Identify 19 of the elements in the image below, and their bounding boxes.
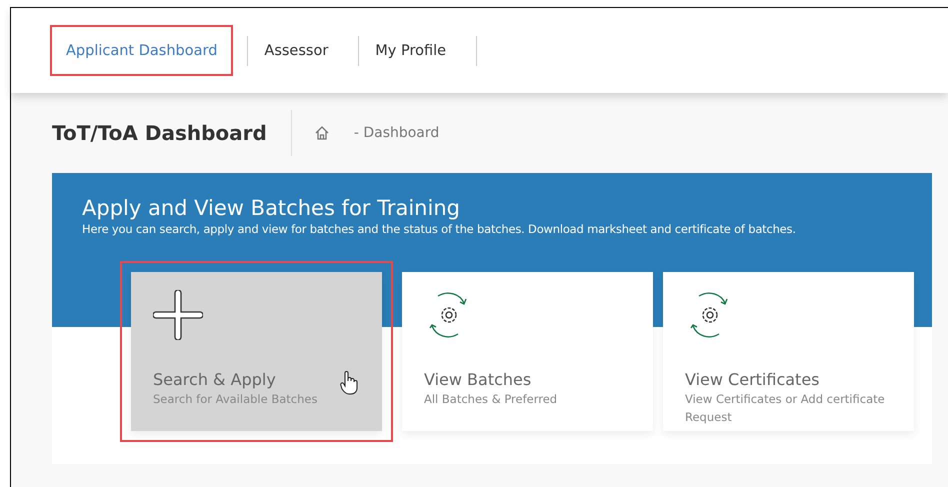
dashboard-card[interactable]: View Certificates View Certificates or Add certificate Request — [663, 272, 914, 430]
card-title: View Certificates — [685, 370, 820, 390]
nav-tab[interactable]: Applicant Dashboard — [66, 43, 218, 60]
card-title: View Batches — [424, 370, 532, 390]
card-subtitle: View Certificates or Add certificate Request — [685, 390, 886, 426]
banner-subtitle: Here you can search, apply and view for batches and the status of the batches. Download marksheet and certificate of batches. — [82, 221, 797, 238]
card-title: Search & Apply — [153, 370, 276, 390]
home-icon[interactable] — [314, 125, 330, 141]
nav-tab[interactable]: Assessor — [264, 43, 328, 60]
card-subtitle: All Batches & Preferred — [424, 390, 558, 408]
dashboard-card[interactable]: Search & Apply Search for Available Batches — [131, 272, 382, 430]
hand-cursor-icon — [340, 370, 358, 394]
nav-tab[interactable]: My Profile — [375, 43, 446, 60]
banner-title: Apply and View Batches for Training — [82, 195, 461, 222]
card-subtitle: Search for Available Batches — [153, 390, 318, 408]
dashboard-card[interactable]: View Batches All Batches & Preferred — [402, 272, 653, 430]
breadcrumb-item: - Dashboard — [354, 124, 440, 142]
plus-icon — [153, 290, 203, 340]
page-title: ToT/ToA Dashboard — [52, 110, 292, 156]
